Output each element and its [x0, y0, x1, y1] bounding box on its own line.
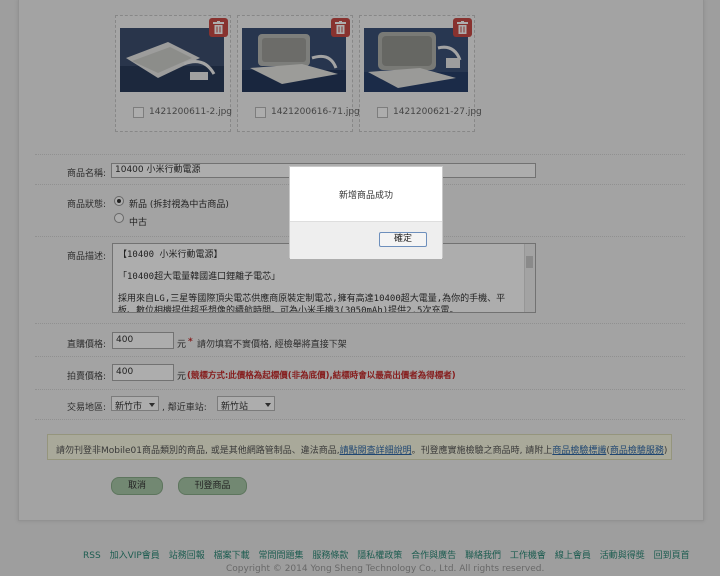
success-dialog: 新增商品成功 確定: [289, 166, 443, 259]
ok-button[interactable]: 確定: [379, 232, 427, 247]
modal-overlay: [0, 0, 720, 576]
dialog-message: 新增商品成功: [338, 191, 393, 201]
